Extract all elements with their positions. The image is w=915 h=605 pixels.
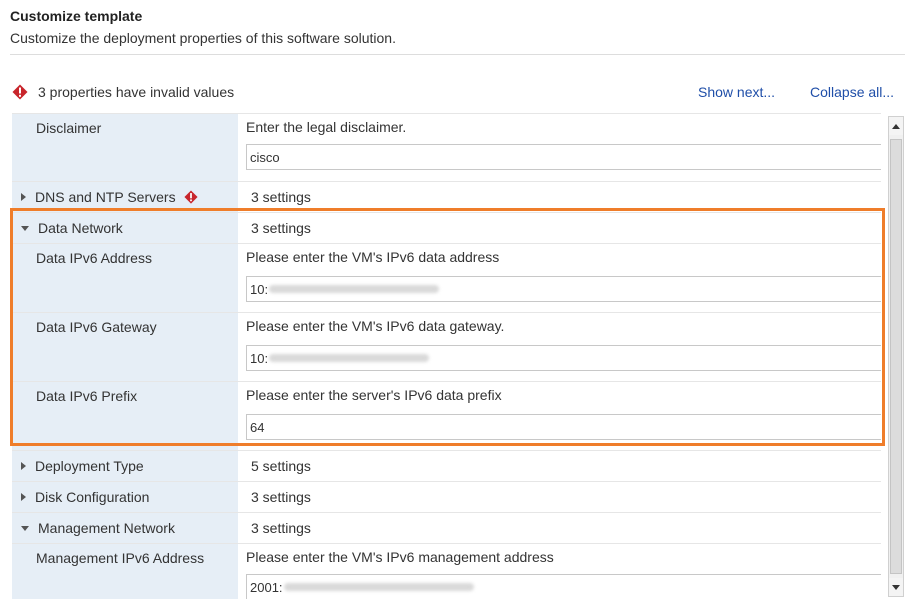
vertical-scrollbar[interactable] — [888, 116, 904, 597]
property-label: Disclaimer — [12, 114, 238, 181]
management-ipv6-address-value: 2001: — [250, 579, 283, 595]
property-description: Please enter the server's IPv6 data pref… — [246, 387, 502, 403]
property-group-management-network[interactable]: Management Network 3 settings — [12, 513, 881, 544]
data-ipv6-address-input[interactable]: 10: — [246, 276, 881, 302]
data-ipv6-prefix-value: 64 — [250, 419, 265, 435]
property-group-data-network[interactable]: Data Network 3 settings — [12, 213, 881, 244]
group-summary: 5 settings — [251, 458, 311, 474]
group-summary: 3 settings — [251, 189, 311, 205]
header-divider — [10, 54, 905, 55]
scroll-down-arrow-icon — [892, 584, 900, 590]
group-label: DNS and NTP Servers — [35, 189, 176, 205]
group-label: Disk Configuration — [35, 489, 150, 505]
property-group-disk-configuration[interactable]: Disk Configuration 3 settings — [12, 482, 881, 513]
property-group-deployment-type[interactable]: Deployment Type 5 settings — [12, 451, 881, 482]
scroll-down-button[interactable] — [889, 578, 903, 596]
page-title: Customize template — [10, 8, 143, 24]
property-description: Please enter the VM's IPv6 management ad… — [246, 549, 554, 565]
property-label: Data IPv6 Gateway — [12, 313, 238, 381]
validation-warning: 3 properties have invalid values — [12, 82, 234, 102]
property-row-management-ipv6-address: Management IPv6 Address Please enter the… — [12, 544, 881, 599]
expand-triangle-icon[interactable] — [21, 193, 26, 201]
group-label-cell: Deployment Type — [12, 451, 238, 481]
collapse-all-link[interactable]: Collapse all... — [810, 82, 894, 102]
group-summary: 3 settings — [251, 220, 311, 236]
properties-grid: Disclaimer Enter the legal disclaimer. c… — [12, 113, 881, 599]
validation-warning-text: 3 properties have invalid values — [38, 84, 235, 100]
property-row-data-ipv6-address: Data IPv6 Address Please enter the VM's … — [12, 244, 881, 313]
property-description: Enter the legal disclaimer. — [246, 119, 407, 135]
property-label: Data IPv6 Address — [12, 244, 238, 312]
property-row-data-ipv6-prefix: Data IPv6 Prefix Please enter the server… — [12, 382, 881, 451]
expand-triangle-icon[interactable] — [21, 493, 26, 501]
group-label-cell: Disk Configuration — [12, 482, 238, 512]
group-label-cell: Management Network — [12, 513, 238, 543]
data-ipv6-gateway-input[interactable]: 10: — [246, 345, 881, 371]
group-summary: 3 settings — [251, 489, 311, 505]
data-ipv6-gateway-value: 10: — [250, 350, 269, 366]
scroll-up-arrow-icon — [892, 123, 900, 129]
property-description: Please enter the VM's IPv6 data gateway. — [246, 318, 505, 334]
error-diamond-icon — [12, 84, 28, 100]
property-label: Data IPv6 Prefix — [12, 382, 238, 450]
redacted-text — [283, 583, 474, 591]
data-ipv6-address-value: 10: — [250, 281, 269, 297]
scroll-up-button[interactable] — [889, 117, 903, 135]
group-label: Deployment Type — [35, 458, 144, 474]
disclaimer-input[interactable]: cisco — [246, 144, 881, 170]
management-ipv6-address-input[interactable]: 2001: — [246, 574, 881, 599]
property-label: Management IPv6 Address — [12, 544, 238, 599]
show-next-link[interactable]: Show next... — [698, 82, 775, 102]
error-diamond-icon — [184, 190, 198, 204]
group-label: Data Network — [38, 220, 123, 236]
group-label-cell: Data Network — [12, 213, 238, 243]
property-value-cell: Please enter the server's IPv6 data pref… — [238, 382, 881, 450]
property-description: Please enter the VM's IPv6 data address — [246, 249, 500, 265]
group-summary: 3 settings — [251, 520, 311, 536]
data-ipv6-prefix-input[interactable]: 64 — [246, 414, 881, 440]
property-group-dns-ntp[interactable]: DNS and NTP Servers 3 settings — [12, 182, 881, 213]
expand-triangle-icon[interactable] — [21, 462, 26, 470]
group-label: Management Network — [38, 520, 175, 536]
property-row-data-ipv6-gateway: Data IPv6 Gateway Please enter the VM's … — [12, 313, 881, 382]
collapse-triangle-icon[interactable] — [21, 525, 29, 531]
property-value-cell: Please enter the VM's IPv6 data address … — [238, 244, 881, 312]
property-value-cell: Please enter the VM's IPv6 data gateway.… — [238, 313, 881, 381]
property-value-cell: Enter the legal disclaimer. cisco — [238, 114, 881, 181]
scrollbar-thumb[interactable] — [890, 139, 902, 574]
page-subtitle: Customize the deployment properties of t… — [10, 30, 396, 46]
redacted-text — [269, 285, 440, 293]
redacted-text — [269, 354, 430, 362]
property-row-disclaimer: Disclaimer Enter the legal disclaimer. c… — [12, 114, 881, 182]
collapse-triangle-icon[interactable] — [21, 225, 29, 231]
group-label-cell: DNS and NTP Servers — [12, 182, 238, 212]
disclaimer-input-value: cisco — [250, 149, 280, 165]
property-value-cell: Please enter the VM's IPv6 management ad… — [238, 544, 881, 599]
